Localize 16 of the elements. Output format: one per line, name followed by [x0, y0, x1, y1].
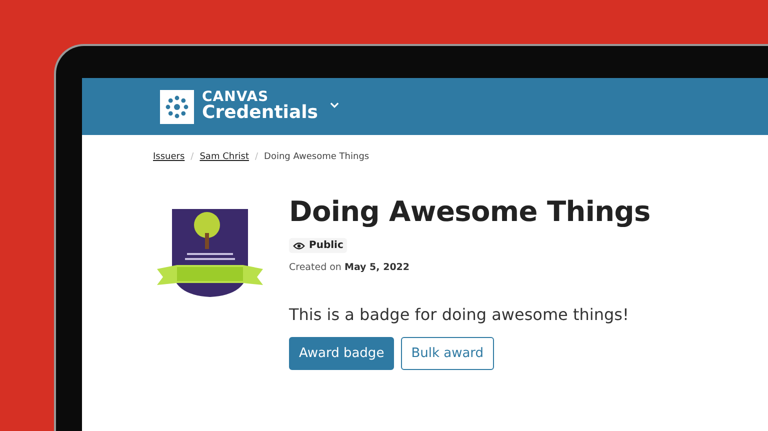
brand-product: Credentials	[202, 104, 318, 124]
breadcrumb-link[interactable]: Sam Christ	[200, 152, 249, 162]
breadcrumb-link[interactable]: Issuers	[153, 152, 185, 162]
award-button[interactable]: Bulk award	[401, 337, 494, 370]
badge-description: This is a badge for doing awesome things!	[289, 305, 629, 324]
eye-icon	[293, 242, 305, 250]
chevron-down-icon[interactable]	[330, 102, 340, 108]
created-date: Created on May 5, 2022	[289, 262, 410, 273]
visibility-label: Public	[309, 240, 344, 251]
award-button[interactable]: Award badge	[289, 337, 394, 370]
brand-name: CANVAS	[202, 90, 269, 104]
logo-icon	[160, 90, 194, 124]
breadcrumb-separator: /	[254, 152, 258, 162]
breadcrumb-current: Doing Awesome Things	[264, 152, 370, 162]
badge-title: Doing Awesome Things	[289, 195, 650, 228]
breadcrumb-separator: /	[190, 152, 194, 162]
